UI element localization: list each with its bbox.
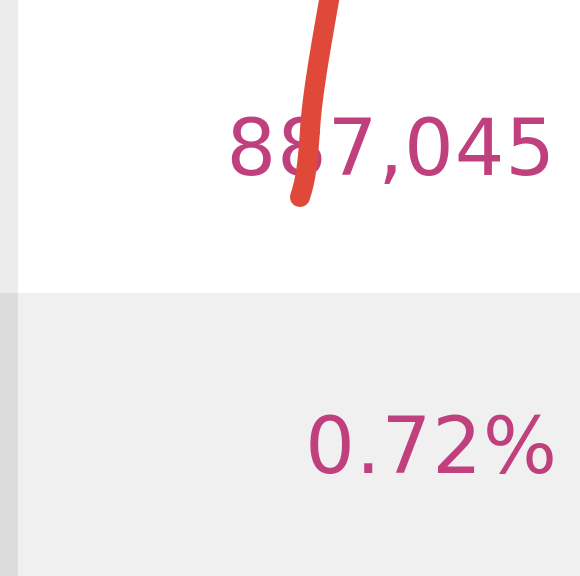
- percent-value: 0.72%: [305, 402, 558, 492]
- count-value: 887,045: [226, 104, 556, 194]
- stats-panel: 887,045 0.72%: [0, 0, 580, 576]
- left-gutter-bottom: [0, 293, 18, 576]
- left-gutter-top: [0, 0, 18, 293]
